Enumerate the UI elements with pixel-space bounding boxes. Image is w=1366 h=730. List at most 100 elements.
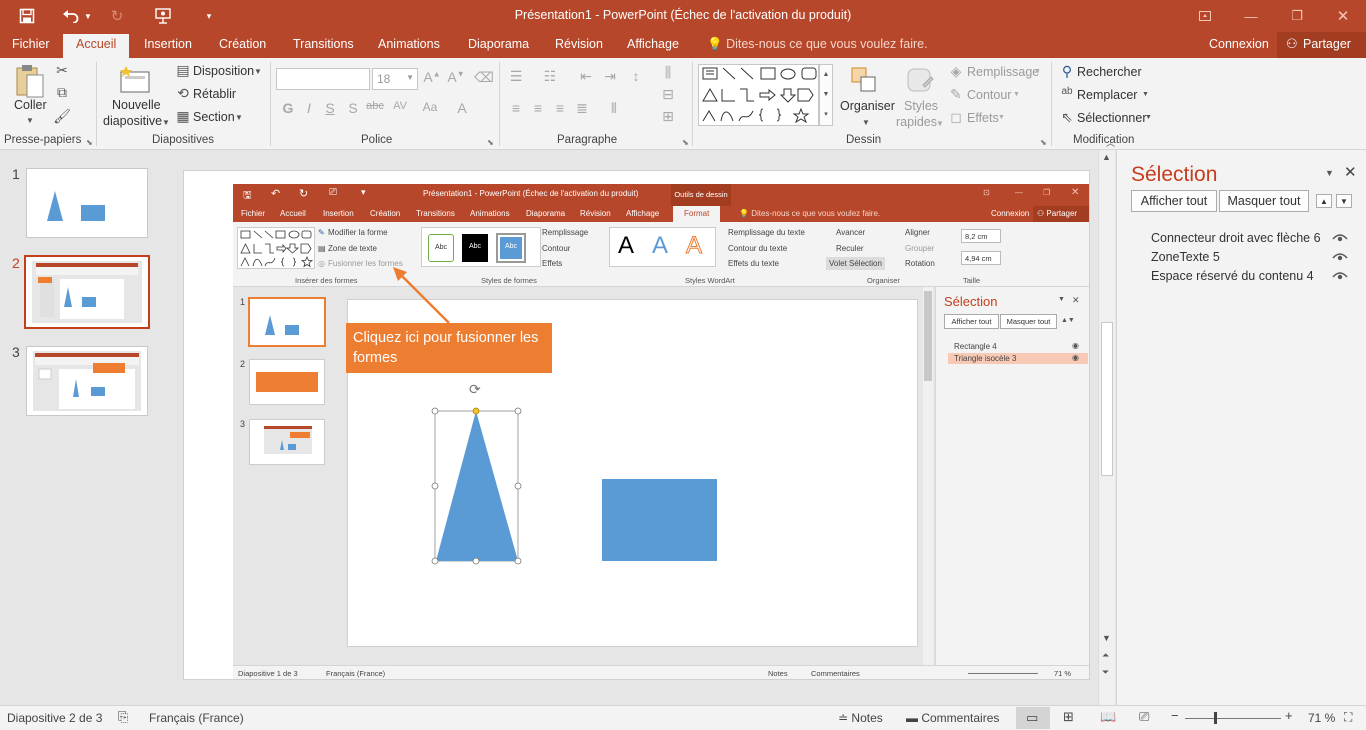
tab-transitions[interactable]: Transitions bbox=[293, 37, 354, 51]
sel-item-textbox[interactable]: ZoneTexte 5 bbox=[1151, 250, 1220, 264]
tab-affichage[interactable]: Affichage bbox=[627, 37, 679, 51]
paragraph-launcher-icon[interactable]: ⬊ bbox=[682, 138, 689, 147]
ribbon-display-options-icon[interactable] bbox=[1182, 0, 1228, 32]
slide-thumb-1[interactable] bbox=[26, 168, 148, 238]
section-button[interactable]: Section bbox=[193, 110, 235, 124]
shape-fill-button: Remplissage bbox=[967, 65, 1040, 79]
zoom-in-icon[interactable]: + bbox=[1285, 708, 1293, 723]
comments-button[interactable]: ▬ Commentaires bbox=[906, 711, 999, 725]
group-label-slides: Diapositives bbox=[152, 134, 214, 146]
minimize-icon[interactable]: — bbox=[1228, 0, 1274, 32]
collapse-ribbon-icon[interactable]: ︿ bbox=[1106, 136, 1115, 149]
paste-icon[interactable] bbox=[12, 62, 48, 100]
select-chevron-icon: ▼ bbox=[1145, 114, 1152, 121]
section-chevron-icon: ▼ bbox=[235, 113, 243, 122]
italic-icon: I bbox=[307, 100, 311, 116]
shapes-gallery[interactable] bbox=[698, 64, 819, 126]
select-button[interactable]: Sélectionner bbox=[1077, 111, 1147, 125]
font-launcher-icon[interactable]: ⬊ bbox=[487, 138, 494, 147]
tab-creation[interactable]: Création bbox=[219, 37, 266, 51]
decrease-indent-icon: ⇤ bbox=[580, 68, 592, 84]
char-spacing-icon: AV bbox=[393, 100, 407, 112]
bring-forward-icon[interactable]: ▲ bbox=[1316, 194, 1332, 208]
layout-chevron-icon: ▼ bbox=[254, 67, 262, 76]
format-painter-icon[interactable]: 🖌 bbox=[52, 108, 72, 125]
spellcheck-icon[interactable]: ⎘ bbox=[118, 709, 128, 725]
new-slide-icon[interactable] bbox=[117, 62, 153, 98]
shape-fill-icon: ◈ bbox=[950, 63, 962, 79]
font-name-combo[interactable] bbox=[276, 68, 370, 90]
paste-button[interactable]: Coller bbox=[14, 98, 47, 112]
eye-icon[interactable] bbox=[1332, 232, 1348, 246]
tab-animations[interactable]: Animations bbox=[378, 37, 440, 51]
layout-icon: ▤ bbox=[176, 62, 190, 78]
arrange-icon[interactable] bbox=[848, 63, 880, 97]
eye-icon[interactable] bbox=[1332, 251, 1348, 265]
grow-font-icon: A▲ bbox=[423, 69, 441, 85]
layout-button[interactable]: Disposition bbox=[193, 64, 254, 78]
justify-icon: ≣ bbox=[576, 100, 588, 116]
share-button[interactable]: ⚇ Partager bbox=[1277, 32, 1366, 58]
font-size-combo[interactable]: 18 ▼ bbox=[372, 68, 418, 90]
scroll-up-icon[interactable]: ▲ bbox=[1102, 152, 1111, 162]
paste-dropdown-icon[interactable]: ▼ bbox=[26, 116, 34, 125]
fit-to-window-icon[interactable]: ⛶ bbox=[1344, 710, 1352, 725]
slide-thumb-2[interactable] bbox=[24, 255, 150, 329]
comments-icon: ▬ bbox=[906, 711, 918, 725]
thumb-number-1: 1 bbox=[12, 166, 20, 182]
slide-thumb-3[interactable] bbox=[26, 346, 148, 416]
status-language[interactable]: Français (France) bbox=[149, 711, 244, 725]
ribbon: Coller ▼ ✂ ⧉ 🖌 Presse-papiers ⬊ Nouvelle… bbox=[0, 58, 1366, 150]
sel-item-connector[interactable]: Connecteur droit avec flèche 6 bbox=[1151, 231, 1321, 245]
pane-options-chevron-icon[interactable]: ▼ bbox=[1325, 168, 1334, 178]
close-icon[interactable]: ✕ bbox=[1320, 0, 1366, 32]
zoom-out-icon[interactable]: − bbox=[1171, 708, 1179, 723]
cut-icon[interactable]: ✂ bbox=[52, 62, 72, 79]
sel-item-content-placeholder[interactable]: Espace réservé du contenu 4 bbox=[1151, 269, 1314, 283]
arrange-chevron-icon: ▼ bbox=[862, 118, 870, 127]
pane-close-icon[interactable]: ✕ bbox=[1344, 163, 1357, 181]
shapes-gallery-scroll[interactable]: ▲ ▼ ▾ bbox=[819, 64, 833, 126]
window-title: Présentation1 - PowerPoint (Échec de l'a… bbox=[514, 8, 852, 22]
new-slide-button[interactable]: Nouvelle bbox=[112, 98, 161, 112]
reading-view-icon[interactable]: 📖 bbox=[1100, 709, 1116, 725]
vertical-scrollbar[interactable]: ▲ ▼ ⏶ ⏷ bbox=[1098, 150, 1115, 705]
find-button[interactable]: Rechercher bbox=[1077, 65, 1142, 79]
arrange-button[interactable]: Organiser bbox=[840, 99, 895, 113]
copy-icon[interactable]: ⧉ bbox=[52, 84, 72, 101]
slideshow-view-icon[interactable]: ⎚ bbox=[1139, 709, 1149, 725]
clipboard-launcher-icon[interactable]: ⬊ bbox=[86, 138, 93, 147]
tab-file[interactable]: Fichier bbox=[12, 37, 50, 51]
send-backward-icon[interactable]: ▼ bbox=[1336, 194, 1352, 208]
slide-sorter-icon[interactable]: ⊞ bbox=[1063, 709, 1074, 725]
normal-view-button[interactable]: ▭ bbox=[1016, 707, 1050, 729]
prev-slide-icon[interactable]: ⏶ bbox=[1102, 650, 1109, 661]
scroll-thumb[interactable] bbox=[1101, 322, 1113, 476]
connexion-link[interactable]: Connexion bbox=[1209, 37, 1269, 51]
eye-icon[interactable] bbox=[1332, 270, 1348, 284]
notes-button[interactable]: ≐ Notes bbox=[838, 711, 883, 725]
reset-button[interactable]: Rétablir bbox=[193, 87, 236, 101]
tab-revision[interactable]: Révision bbox=[555, 37, 603, 51]
next-slide-icon[interactable]: ⏷ bbox=[1102, 667, 1109, 678]
shape-effects-chevron-icon: ▼ bbox=[998, 114, 1005, 121]
replace-button[interactable]: Remplacer bbox=[1077, 88, 1137, 102]
scroll-down-icon[interactable]: ▼ bbox=[1102, 633, 1111, 643]
restore-icon[interactable]: ❐ bbox=[1274, 0, 1320, 32]
shape-outline-button: Contour bbox=[967, 88, 1012, 102]
tab-accueil[interactable]: Accueil bbox=[63, 34, 130, 58]
tab-insertion[interactable]: Insertion bbox=[144, 37, 192, 51]
shadow-icon: S bbox=[348, 100, 358, 116]
tell-me-box[interactable]: 💡 Dites-nous ce que vous voulez faire. bbox=[707, 37, 928, 52]
current-slide[interactable]: 🖫 ↶ ↻ ⎚ ▾ Présentation1 - PowerPoint (Éc… bbox=[183, 170, 1090, 680]
new-slide-dropdown[interactable]: diapositive bbox=[103, 114, 162, 128]
show-all-button[interactable]: Afficher tout bbox=[1131, 190, 1217, 212]
drawing-launcher-icon[interactable]: ⬊ bbox=[1040, 138, 1047, 147]
tab-diaporama[interactable]: Diaporama bbox=[468, 37, 529, 51]
zoom-slider-track[interactable] bbox=[1185, 718, 1281, 719]
thumb-number-3: 3 bbox=[12, 344, 20, 360]
zoom-level[interactable]: 71 % bbox=[1308, 711, 1335, 725]
notes-icon: ≐ bbox=[838, 711, 849, 725]
hide-all-button[interactable]: Masquer tout bbox=[1219, 190, 1309, 212]
zoom-slider-thumb[interactable] bbox=[1214, 712, 1217, 724]
